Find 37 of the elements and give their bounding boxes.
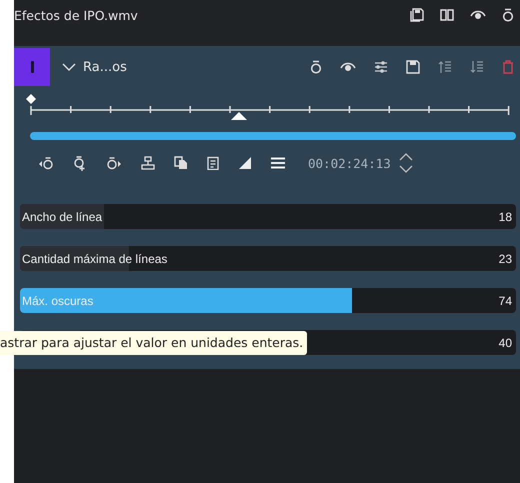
clipboard-icon[interactable] [207, 156, 219, 170]
previous-keyframe-icon[interactable] [38, 156, 54, 170]
ramp-icon[interactable] [238, 156, 252, 170]
move-up-icon[interactable] [438, 60, 452, 74]
parameter-label: Ancho de línea [22, 210, 102, 224]
tooltip: astrar para ajustar el valor en unidades enteras. [0, 331, 308, 355]
parameter-value: 40 [498, 336, 512, 350]
add-keyframe-icon[interactable] [73, 156, 87, 170]
parameter-value: 74 [498, 294, 512, 308]
effect-name[interactable]: Ra...os [83, 60, 127, 74]
sliders-icon[interactable] [374, 60, 388, 74]
split-view-icon[interactable] [440, 8, 454, 22]
playhead-icon[interactable] [230, 112, 247, 120]
chevron-icon[interactable] [62, 62, 76, 72]
window-title: Efectos de IPO.wmv [14, 8, 138, 23]
effect-toggle[interactable] [14, 48, 50, 86]
spinner-icon[interactable] [398, 152, 413, 174]
eye-icon[interactable] [470, 9, 486, 21]
parameter-value: 23 [498, 252, 512, 266]
parameter-label: Máx. oscuras [22, 294, 94, 308]
save-icon[interactable] [410, 8, 424, 22]
stopwatch-icon[interactable] [310, 60, 322, 74]
parameter-value: 18 [498, 210, 512, 224]
timecode[interactable]: 00:02:24:13 [308, 156, 391, 170]
parameter-slider[interactable]: Máx. oscuras 74 [20, 288, 516, 313]
move-down-icon[interactable] [470, 60, 484, 74]
parameter-slider[interactable]: Ancho de línea 18 [20, 204, 516, 229]
stopwatch-icon[interactable] [502, 8, 514, 22]
parameter-slider[interactable]: Cantidad máxima de líneas 23 [20, 246, 516, 271]
menu-icon[interactable] [271, 157, 285, 169]
keyframe-icon[interactable] [26, 94, 36, 104]
eye-icon[interactable] [340, 61, 356, 73]
next-keyframe-icon[interactable] [106, 156, 122, 170]
save-icon[interactable] [406, 60, 420, 74]
parameter-label: Cantidad máxima de líneas [22, 252, 168, 266]
align-icon[interactable] [141, 156, 155, 170]
copy-icon[interactable] [174, 156, 188, 170]
